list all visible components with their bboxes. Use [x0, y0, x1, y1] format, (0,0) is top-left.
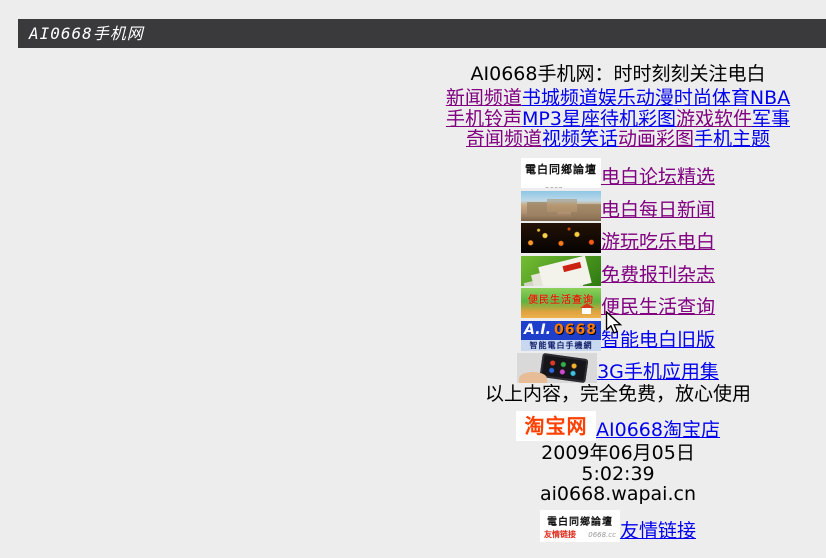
- nav-link-sports[interactable]: 体育: [712, 87, 750, 109]
- nav-link-themes[interactable]: 手机主题: [694, 128, 770, 150]
- nav-row-3: 奇闻频道视频笑话动画彩图手机主题: [410, 129, 826, 150]
- section-link-playeat[interactable]: 游玩吃乐电白: [601, 231, 715, 253]
- window-title-bar: AI0668手机网: [18, 19, 826, 48]
- footer-row: 電白同鄉論壇 友情链接 0668.cc 友情链接: [410, 507, 826, 542]
- friend-links-banner-image[interactable]: 電白同鄉論壇 友情链接 0668.cc: [540, 510, 620, 542]
- site-domain-text: ai0668.wapai.cn: [410, 484, 826, 505]
- free-notice-line: 以上内容，完全免费，放心使用: [410, 384, 826, 405]
- nav-link-software[interactable]: 软件: [714, 108, 752, 130]
- nav-link-books[interactable]: 书城频道: [522, 87, 598, 109]
- date-text: 2009年06月05日: [410, 443, 826, 464]
- nav-link-fashion[interactable]: 时尚: [674, 87, 712, 109]
- nav-link-entertainment[interactable]: 娱乐动漫: [598, 87, 674, 109]
- mouse-cursor-icon: [605, 311, 624, 335]
- section-link-dailynews[interactable]: 电白每日新闻: [601, 199, 715, 221]
- life-query-banner-image[interactable]: 便民生活查询: [521, 288, 601, 318]
- magazines-photo-image[interactable]: [521, 256, 601, 286]
- time-text: 5:02:39: [410, 464, 826, 485]
- night-lights-photo-image[interactable]: [521, 223, 601, 253]
- section-row-magazines: 免费报刊杂志: [410, 253, 826, 286]
- section-row-playeat: 游玩吃乐电白: [410, 221, 826, 254]
- smart-banner-caption: 智能電白手機網: [521, 340, 601, 351]
- section-row-forum: 電白同鄉論壇 0668.cc 电白论坛精选: [410, 156, 826, 189]
- taobao-row: 淘宝网 AI0668淘宝店: [410, 408, 826, 441]
- smart-banner-number: 0668: [554, 321, 597, 340]
- intro-line: AI0668手机网：时时刻刻关注电白: [410, 60, 826, 88]
- nav-row-2: 手机铃声MP3星座待机彩图游戏软件军事: [410, 109, 826, 130]
- main-content: AI0668手机网：时时刻刻关注电白 新闻频道书城频道娱乐动漫时尚体育NBA 手…: [410, 60, 826, 542]
- forum-banner-title: 電白同鄉論壇: [525, 163, 597, 176]
- phone-apps-photo-image[interactable]: [517, 353, 597, 383]
- section-link-magazines[interactable]: 免费报刊杂志: [601, 264, 715, 286]
- taobao-shop-link[interactable]: AI0668淘宝店: [596, 419, 720, 441]
- section-row-3gapps: 3G手机应用集: [410, 351, 826, 384]
- forum-banner-site: 0668.cc: [545, 186, 578, 188]
- friend-links-link[interactable]: 友情链接: [620, 520, 696, 542]
- nav-link-wallpapers[interactable]: 待机彩图: [600, 108, 676, 130]
- page-title: AI0668手机网: [29, 24, 144, 43]
- friend-banner-site: 0668.cc: [588, 531, 616, 539]
- city-daytime-photo-image[interactable]: [521, 191, 601, 221]
- nav-link-military[interactable]: 军事: [752, 108, 790, 130]
- nav-link-games[interactable]: 游戏: [676, 108, 714, 130]
- smart-banner-brand: A.I.: [524, 321, 551, 340]
- smart-ai0668-banner-image[interactable]: A.I. 0668 智能電白手機網: [521, 321, 601, 351]
- friend-banner-red-text: 友情链接: [544, 529, 576, 540]
- nav-link-nba[interactable]: NBA: [750, 87, 790, 109]
- section-link-forum[interactable]: 电白论坛精选: [601, 166, 715, 188]
- section-row-dailynews: 电白每日新闻: [410, 188, 826, 221]
- nav-link-news[interactable]: 新闻频道: [446, 87, 522, 109]
- nav-link-videojokes[interactable]: 视频笑话: [542, 128, 618, 150]
- app-icons-grid: [546, 358, 584, 380]
- nav-row-1: 新闻频道书城频道娱乐动漫时尚体育NBA: [410, 88, 826, 109]
- nav-link-horoscope[interactable]: 星座: [562, 108, 600, 130]
- nav-link-oddnews[interactable]: 奇闻频道: [466, 128, 542, 150]
- nav-link-mp3[interactable]: MP3: [522, 108, 562, 130]
- friend-banner-title: 電白同鄉論壇: [547, 517, 613, 528]
- taobao-logo-text: 淘宝网: [525, 414, 588, 438]
- house-icon: [582, 308, 591, 314]
- taobao-logo-image[interactable]: 淘宝网: [516, 411, 596, 441]
- nav-link-ringtones[interactable]: 手机铃声: [446, 108, 522, 130]
- dianbai-forum-banner-image[interactable]: 電白同鄉論壇 0668.cc: [521, 158, 601, 188]
- section-link-3gapps[interactable]: 3G手机应用集: [597, 361, 719, 383]
- nav-link-animpics[interactable]: 动画彩图: [618, 128, 694, 150]
- section-list: 電白同鄉論壇 0668.cc 电白论坛精选 电白每日新闻 游玩吃乐电白 免费报刊…: [410, 156, 826, 384]
